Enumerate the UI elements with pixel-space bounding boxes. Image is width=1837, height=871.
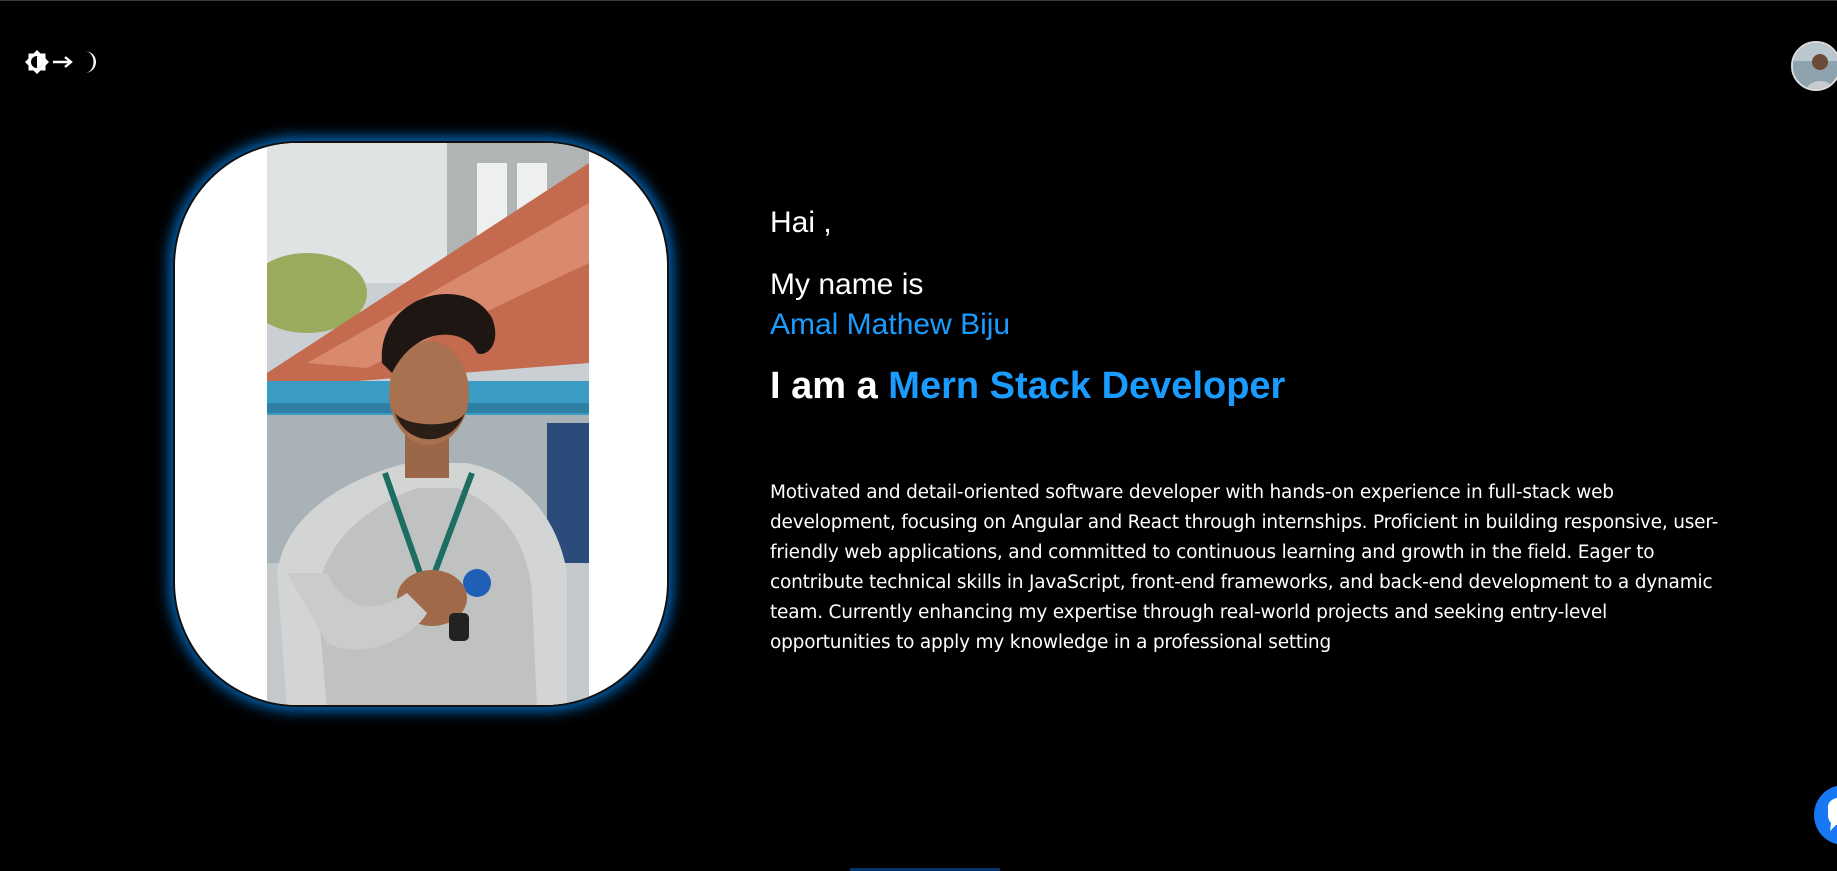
developer-name: Amal Mathew Biju (770, 308, 1011, 341)
sun-icon (25, 50, 49, 74)
role-prefix: I am a (770, 365, 878, 407)
role-heading: I am a Mern Stack Developer (770, 361, 1720, 411)
theme-toggle[interactable] (25, 47, 99, 77)
name-lead-text: My name is (770, 268, 924, 301)
arrow-right-icon (52, 55, 74, 69)
bio-paragraph: Motivated and detail-oriented software d… (770, 482, 1719, 653)
greeting-text: Hai , (770, 206, 832, 239)
role-title: Mern Stack Developer (888, 365, 1286, 407)
chat-icon (1814, 797, 1837, 845)
chat-button[interactable] (1814, 785, 1837, 845)
profile-avatar[interactable] (1791, 41, 1837, 91)
moon-icon (77, 50, 99, 74)
profile-photo-frame (173, 141, 669, 707)
page: Hai , My name is Amal Mathew Biju I am a… (0, 0, 1837, 871)
profile-photo (267, 143, 589, 705)
intro-section: Hai , My name is Amal Mathew Biju I am a… (770, 201, 1720, 658)
